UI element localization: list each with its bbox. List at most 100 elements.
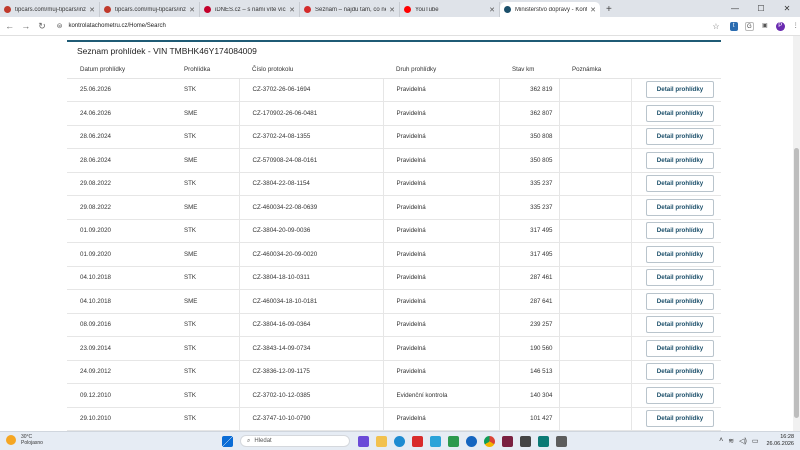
detail-inspection-button[interactable]: Detail prohlídky [646,269,714,287]
app-icon-10[interactable] [520,435,531,447]
tab-title: Ministerstvo dopravy - Kontrol… [515,6,588,13]
profile-avatar[interactable]: P [776,21,785,31]
wifi-icon[interactable]: ≋ [728,437,734,445]
tab-title: iDNES.cz – s námi víte víc [215,6,286,13]
tab-close-icon[interactable]: ✕ [590,6,596,14]
cell-action: Detail prohlídky [630,336,721,361]
app-icon-6[interactable] [448,435,459,447]
url-field[interactable]: ⊜ kontrolatachometru.cz/Home/Search [57,19,707,33]
cell-kind: Pravidelná [382,336,499,361]
detail-inspection-button[interactable]: Detail prohlídky [646,81,714,99]
detail-inspection-button[interactable]: Detail prohlídky [646,410,714,428]
cell-kind: Pravidelná [382,195,499,220]
browser-menu-icon[interactable]: ⋮ [792,22,800,31]
page-scrollbar[interactable] [793,36,800,431]
extension-icon[interactable]: t [729,21,738,31]
forward-icon[interactable]: → [19,21,32,31]
table-row: 01.09.2020 STK CZ-3804-20-09-0036 Pravideln… [67,219,721,243]
maximize-button[interactable]: ☐ [748,0,774,17]
file-explorer-icon[interactable] [376,435,387,447]
reload-icon[interactable]: ↻ [35,21,48,32]
chrome-browser-icon[interactable] [484,435,495,447]
app-icon-7[interactable] [466,435,477,447]
app-icon-9[interactable] [502,435,513,447]
cell-protocol: CZ-3804-18-10-0311 [238,266,383,290]
browser-tab-0[interactable]: tipcars.com/muj-tipcars/inzerce✕ [0,2,100,17]
extensions-puzzle-icon[interactable]: ▣ [761,22,769,31]
detail-inspection-button[interactable]: Detail prohlídky [646,245,714,263]
new-tab-button[interactable]: + [600,2,618,17]
detail-inspection-button[interactable]: Detail prohlídky [646,128,714,146]
detail-inspection-button[interactable]: Detail prohlídky [646,151,714,169]
cell-note [558,101,631,126]
cell-kind: Pravidelná [382,125,499,149]
taskbar-search[interactable]: ⌕ Hledat [240,435,350,447]
inspection-panel: Seznam prohlídek - VIN TMBHK46Y174084009… [67,36,721,431]
cell-protocol: CZ-3747-10-10-0790 [238,407,383,431]
cell-protocol: CZ-170902-26-06-0481 [238,101,383,126]
extension-g-icon[interactable]: G [744,21,754,31]
browser-tab-2[interactable]: iDNES.cz – s námi víte víc ✕ [200,2,300,17]
site-info-icon[interactable]: ⊜ [57,22,63,30]
cell-kind: Pravidelná [382,172,499,196]
cell-note [558,148,631,173]
media-app-icon[interactable] [412,435,423,447]
cell-kind: Pravidelná [382,407,499,431]
back-icon[interactable]: ← [3,21,16,31]
cell-km: 287 461 [498,266,559,290]
browser-tab-4[interactable]: YouTube ✕ [400,2,500,17]
col-kind-header: Druh prohlídky [383,62,499,79]
app-icon-11[interactable] [538,435,549,447]
cell-note [558,242,631,267]
table-row: 24.06.2026 SME CZ-170902-26-06-0481 Pravide… [67,101,721,126]
address-bar: ← → ↻ ⊜ kontrolatachometru.cz/Home/Searc… [0,17,800,36]
cell-date: 04.10.2018 [67,266,171,290]
clock[interactable]: 16:28 26.06.2026 [766,434,794,447]
browser-tab-1[interactable]: tipcars.com/muj-tipcars/inzerce✕ [100,2,200,17]
chat-app-icon[interactable] [358,435,369,447]
cell-action: Detail prohlídky [630,289,721,314]
cell-action: Detail prohlídky [630,383,721,408]
tab-close-icon[interactable]: ✕ [289,6,295,14]
detail-inspection-button[interactable]: Detail prohlídky [646,339,714,357]
browser-tab-3[interactable]: Seznam – najdu tam, co nezná…✕ [300,2,400,17]
tab-close-icon[interactable]: ✕ [189,6,195,14]
cell-kind: Pravidelná [382,101,499,126]
tab-close-icon[interactable]: ✕ [389,6,395,14]
tab-close-icon[interactable]: ✕ [489,6,495,14]
photos-app-icon[interactable] [430,435,441,447]
browser-tab-5[interactable]: Ministerstvo dopravy - Kontrol…✕ [500,2,600,17]
detail-inspection-button[interactable]: Detail prohlídky [646,104,714,122]
detail-inspection-button[interactable]: Detail prohlídky [646,363,714,381]
close-window-button[interactable]: ✕ [774,0,800,17]
weather-widget[interactable]: 30°C Polojasno [6,434,43,446]
detail-inspection-button[interactable]: Detail prohlídky [646,198,714,216]
cell-kind: Pravidelná [382,289,499,314]
start-windows-icon[interactable] [222,435,233,447]
battery-icon[interactable]: ▭ [752,437,759,445]
windows-taskbar: 30°C Polojasno ⌕ Hledat ˄ ≋ ◁) ▭ 16:28 2… [0,431,800,450]
volume-icon[interactable]: ◁) [739,437,747,445]
cell-note [558,219,631,243]
cell-protocol: CZ-570908-24-08-0161 [238,148,383,173]
cell-note [558,407,631,431]
detail-inspection-button[interactable]: Detail prohlídky [646,386,714,404]
detail-inspection-button[interactable]: Detail prohlídky [646,222,714,240]
table-row: 28.06.2024 SME CZ-570908-24-08-0161 Pravide… [67,148,721,173]
app-icon-12[interactable] [556,435,567,447]
cell-note [558,195,631,220]
detail-inspection-button[interactable]: Detail prohlídky [646,292,714,310]
table-row: 29.10.2010 STK CZ-3747-10-10-0790 Pravideln… [67,407,721,431]
minimize-button[interactable]: — [722,0,748,17]
detail-inspection-button[interactable]: Detail prohlídky [646,175,714,193]
weather-sun-icon [6,435,16,445]
edge-browser-icon[interactable] [394,435,405,447]
tab-close-icon[interactable]: ✕ [89,6,95,14]
tray-chevron-icon[interactable]: ˄ [719,437,723,444]
bookmark-star-icon[interactable]: ☆ [709,22,722,31]
detail-inspection-button[interactable]: Detail prohlídky [646,316,714,334]
scrollbar-thumb[interactable] [794,148,799,418]
cell-note [558,360,631,384]
tab-favicon-icon [504,6,511,13]
cell-protocol: CZ-3702-26-06-1694 [238,78,383,102]
